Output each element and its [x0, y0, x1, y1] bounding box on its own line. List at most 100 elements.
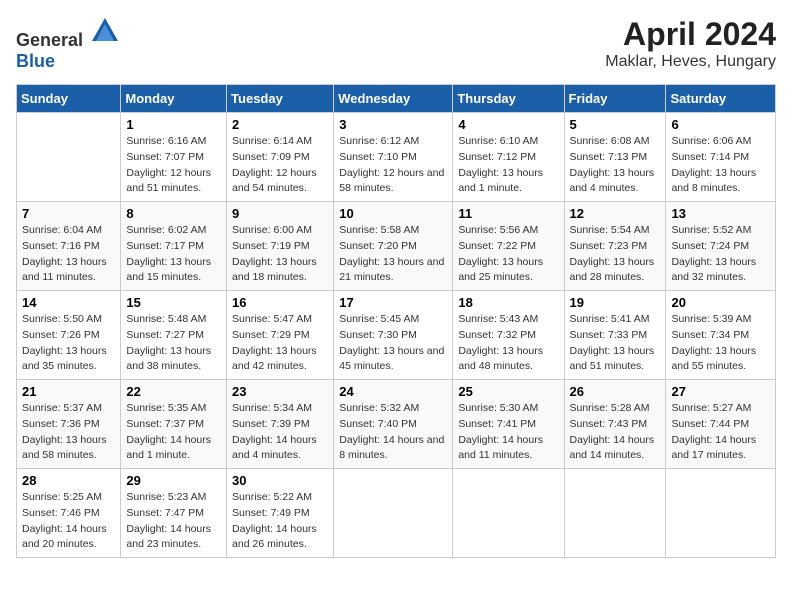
day-info: Sunrise: 5:35 AMSunset: 7:37 PMDaylight:…: [126, 401, 221, 464]
calendar-title: April 2024: [605, 16, 776, 53]
day-info: Sunrise: 5:58 AMSunset: 7:20 PMDaylight:…: [339, 223, 447, 286]
day-cell: 19 Sunrise: 5:41 AMSunset: 7:33 PMDayligh…: [564, 291, 666, 380]
day-info: Sunrise: 6:08 AMSunset: 7:13 PMDaylight:…: [570, 134, 661, 197]
day-info: Sunrise: 5:43 AMSunset: 7:32 PMDaylight:…: [458, 312, 558, 375]
col-header-monday: Monday: [121, 85, 227, 113]
day-number: 13: [671, 206, 770, 221]
day-cell: [666, 469, 776, 558]
day-info: Sunrise: 6:10 AMSunset: 7:12 PMDaylight:…: [458, 134, 558, 197]
day-number: 6: [671, 117, 770, 132]
day-number: 25: [458, 384, 558, 399]
day-info: Sunrise: 5:23 AMSunset: 7:47 PMDaylight:…: [126, 490, 221, 553]
day-cell: 16 Sunrise: 5:47 AMSunset: 7:29 PMDayligh…: [227, 291, 334, 380]
day-number: 3: [339, 117, 447, 132]
day-cell: 5 Sunrise: 6:08 AMSunset: 7:13 PMDaylight…: [564, 113, 666, 202]
week-row-1: 1 Sunrise: 6:16 AMSunset: 7:07 PMDaylight…: [17, 113, 776, 202]
day-info: Sunrise: 5:28 AMSunset: 7:43 PMDaylight:…: [570, 401, 661, 464]
day-number: 11: [458, 206, 558, 221]
day-info: Sunrise: 5:25 AMSunset: 7:46 PMDaylight:…: [22, 490, 115, 553]
day-number: 1: [126, 117, 221, 132]
logo-blue: Blue: [16, 51, 55, 71]
day-cell: 17 Sunrise: 5:45 AMSunset: 7:30 PMDayligh…: [334, 291, 453, 380]
day-cell: 22 Sunrise: 5:35 AMSunset: 7:37 PMDayligh…: [121, 380, 227, 469]
calendar-table: SundayMondayTuesdayWednesdayThursdayFrid…: [16, 84, 776, 558]
day-info: Sunrise: 6:16 AMSunset: 7:07 PMDaylight:…: [126, 134, 221, 197]
day-info: Sunrise: 6:14 AMSunset: 7:09 PMDaylight:…: [232, 134, 328, 197]
day-cell: 10 Sunrise: 5:58 AMSunset: 7:20 PMDayligh…: [334, 202, 453, 291]
day-info: Sunrise: 5:56 AMSunset: 7:22 PMDaylight:…: [458, 223, 558, 286]
day-cell: 1 Sunrise: 6:16 AMSunset: 7:07 PMDaylight…: [121, 113, 227, 202]
day-cell: [334, 469, 453, 558]
day-cell: 26 Sunrise: 5:28 AMSunset: 7:43 PMDayligh…: [564, 380, 666, 469]
col-header-wednesday: Wednesday: [334, 85, 453, 113]
day-info: Sunrise: 5:22 AMSunset: 7:49 PMDaylight:…: [232, 490, 328, 553]
week-row-2: 7 Sunrise: 6:04 AMSunset: 7:16 PMDaylight…: [17, 202, 776, 291]
day-number: 26: [570, 384, 661, 399]
day-number: 18: [458, 295, 558, 310]
col-header-saturday: Saturday: [666, 85, 776, 113]
day-number: 17: [339, 295, 447, 310]
day-number: 28: [22, 473, 115, 488]
calendar-header-row: SundayMondayTuesdayWednesdayThursdayFrid…: [17, 85, 776, 113]
day-info: Sunrise: 6:02 AMSunset: 7:17 PMDaylight:…: [126, 223, 221, 286]
day-cell: 21 Sunrise: 5:37 AMSunset: 7:36 PMDayligh…: [17, 380, 121, 469]
day-info: Sunrise: 5:27 AMSunset: 7:44 PMDaylight:…: [671, 401, 770, 464]
page-header: General Blue April 2024 Maklar, Heves, H…: [16, 16, 776, 72]
day-number: 15: [126, 295, 221, 310]
day-number: 16: [232, 295, 328, 310]
day-number: 14: [22, 295, 115, 310]
day-number: 21: [22, 384, 115, 399]
day-info: Sunrise: 6:12 AMSunset: 7:10 PMDaylight:…: [339, 134, 447, 197]
day-number: 7: [22, 206, 115, 221]
day-cell: 20Sunrise: 5:39 AMSunset: 7:34 PMDayligh…: [666, 291, 776, 380]
title-block: April 2024 Maklar, Heves, Hungary: [605, 16, 776, 71]
day-number: 2: [232, 117, 328, 132]
day-cell: 18 Sunrise: 5:43 AMSunset: 7:32 PMDayligh…: [453, 291, 564, 380]
col-header-friday: Friday: [564, 85, 666, 113]
week-row-3: 14 Sunrise: 5:50 AMSunset: 7:26 PMDayligh…: [17, 291, 776, 380]
day-cell: 3 Sunrise: 6:12 AMSunset: 7:10 PMDaylight…: [334, 113, 453, 202]
day-cell: 8 Sunrise: 6:02 AMSunset: 7:17 PMDaylight…: [121, 202, 227, 291]
col-header-tuesday: Tuesday: [227, 85, 334, 113]
day-number: 4: [458, 117, 558, 132]
day-cell: 15 Sunrise: 5:48 AMSunset: 7:27 PMDayligh…: [121, 291, 227, 380]
day-cell: 11 Sunrise: 5:56 AMSunset: 7:22 PMDayligh…: [453, 202, 564, 291]
day-number: 29: [126, 473, 221, 488]
day-info: Sunrise: 5:50 AMSunset: 7:26 PMDaylight:…: [22, 312, 115, 375]
logo-icon: [90, 16, 120, 46]
logo: General Blue: [16, 16, 120, 72]
calendar-subtitle: Maklar, Heves, Hungary: [605, 53, 776, 71]
day-number: 8: [126, 206, 221, 221]
day-number: 20: [671, 295, 770, 310]
day-number: 19: [570, 295, 661, 310]
day-cell: [453, 469, 564, 558]
day-number: 10: [339, 206, 447, 221]
day-cell: 13 Sunrise: 5:52 AMSunset: 7:24 PMDayligh…: [666, 202, 776, 291]
day-number: 5: [570, 117, 661, 132]
day-cell: 24 Sunrise: 5:32 AMSunset: 7:40 PMDayligh…: [334, 380, 453, 469]
day-cell: [564, 469, 666, 558]
day-number: 24: [339, 384, 447, 399]
logo-general: General: [16, 30, 83, 50]
logo-text: General Blue: [16, 16, 120, 72]
col-header-thursday: Thursday: [453, 85, 564, 113]
week-row-5: 28 Sunrise: 5:25 AMSunset: 7:46 PMDayligh…: [17, 469, 776, 558]
day-info: Sunrise: 5:47 AMSunset: 7:29 PMDaylight:…: [232, 312, 328, 375]
day-number: 9: [232, 206, 328, 221]
day-info: Sunrise: 5:52 AMSunset: 7:24 PMDaylight:…: [671, 223, 770, 286]
day-cell: 30Sunrise: 5:22 AMSunset: 7:49 PMDayligh…: [227, 469, 334, 558]
day-cell: 27Sunrise: 5:27 AMSunset: 7:44 PMDayligh…: [666, 380, 776, 469]
day-cell: 2 Sunrise: 6:14 AMSunset: 7:09 PMDaylight…: [227, 113, 334, 202]
day-number: 22: [126, 384, 221, 399]
day-info: Sunrise: 5:37 AMSunset: 7:36 PMDaylight:…: [22, 401, 115, 464]
day-cell: 29 Sunrise: 5:23 AMSunset: 7:47 PMDayligh…: [121, 469, 227, 558]
day-info: Sunrise: 5:45 AMSunset: 7:30 PMDaylight:…: [339, 312, 447, 375]
day-info: Sunrise: 5:34 AMSunset: 7:39 PMDaylight:…: [232, 401, 328, 464]
day-info: Sunrise: 6:04 AMSunset: 7:16 PMDaylight:…: [22, 223, 115, 286]
day-info: Sunrise: 6:00 AMSunset: 7:19 PMDaylight:…: [232, 223, 328, 286]
day-info: Sunrise: 5:48 AMSunset: 7:27 PMDaylight:…: [126, 312, 221, 375]
day-info: Sunrise: 5:32 AMSunset: 7:40 PMDaylight:…: [339, 401, 447, 464]
day-info: Sunrise: 5:41 AMSunset: 7:33 PMDaylight:…: [570, 312, 661, 375]
day-cell: [17, 113, 121, 202]
day-cell: 4 Sunrise: 6:10 AMSunset: 7:12 PMDaylight…: [453, 113, 564, 202]
